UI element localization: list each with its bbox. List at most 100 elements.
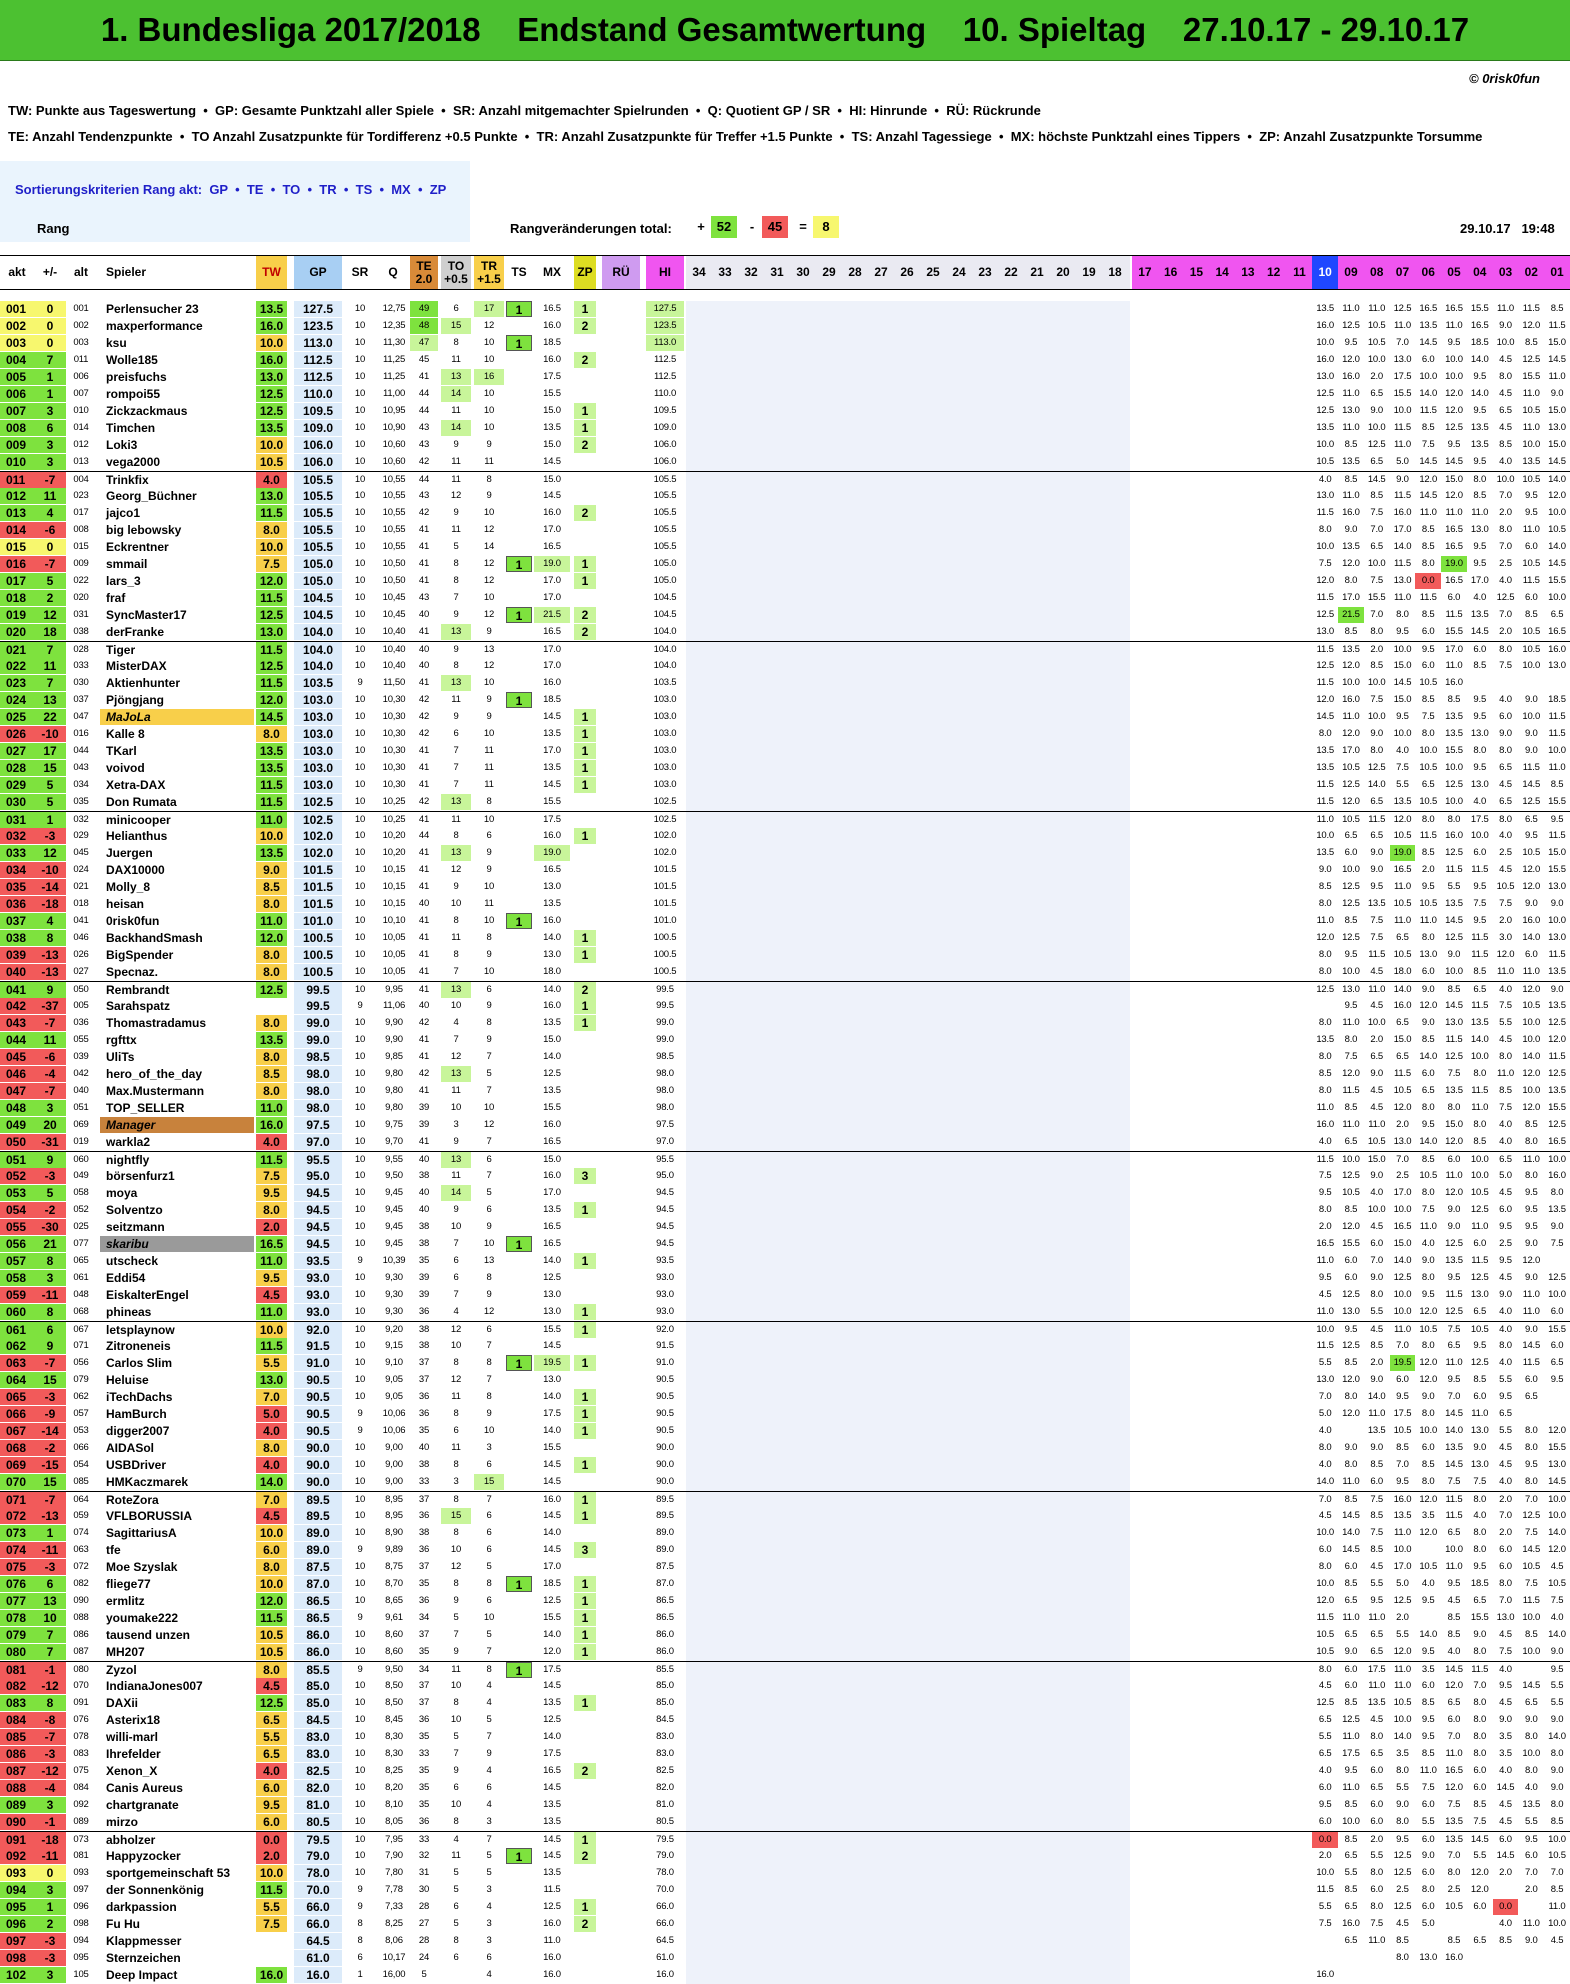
- day-score: 9.0: [1499, 1714, 1512, 1725]
- rounds-played: 10: [354, 1697, 366, 1708]
- max-points: 16.0: [543, 1969, 561, 1980]
- day-score: 8.0: [1499, 644, 1512, 655]
- hit-points: 8: [486, 1017, 492, 1028]
- hinrunde-total: 92.0: [656, 1324, 674, 1335]
- col-sr: SR: [351, 265, 369, 279]
- day-score: 2.0: [1499, 915, 1512, 926]
- goal-diff-points: 6: [453, 1782, 459, 1793]
- day-score: 9.5: [1473, 371, 1487, 382]
- extra-points-sum: 1: [574, 1593, 596, 1609]
- tendency-points: 41: [418, 814, 430, 825]
- rounds-played: 10: [354, 1799, 366, 1810]
- goal-diff-points: 5: [453, 1867, 459, 1878]
- day-score: 13.0: [1393, 1136, 1412, 1147]
- hit-points: 6: [486, 984, 492, 995]
- tendency-points: 36: [418, 1306, 430, 1317]
- day-score: 11.0: [1445, 1357, 1463, 1368]
- rank-current: 094: [0, 1882, 34, 1898]
- hinrunde-total: 94.5: [656, 1204, 674, 1215]
- extra-points-sum: 1: [574, 1576, 596, 1592]
- quotient: 10,17: [382, 1952, 406, 1963]
- day-score: 15.0: [1445, 1119, 1463, 1130]
- day-score: 11.5: [1471, 1000, 1489, 1011]
- day-score: 5.0: [1396, 1578, 1409, 1589]
- max-points: 18.5: [543, 1578, 561, 1589]
- rounds-played: 10: [354, 915, 366, 926]
- table-row: 055 -30 025 seitzmann 2.0 94.5 10 9,45 38 10 9 16.5…: [0, 1219, 1570, 1236]
- day-score: 11.0: [1393, 915, 1411, 926]
- hinrunde-total: 79.0: [656, 1850, 674, 1861]
- day-score: 4.0: [1499, 1119, 1512, 1130]
- quotient: 8,10: [385, 1799, 403, 1810]
- hi-day-01: 01: [1550, 265, 1564, 279]
- day-score: 9.0: [1473, 1629, 1487, 1640]
- day-score: 10.0: [1470, 1154, 1489, 1165]
- extra-points-sum: [574, 1780, 596, 1796]
- hinrunde-total: 82.0: [656, 1782, 674, 1793]
- day-score: 11.5: [1445, 1034, 1463, 1045]
- day-wins: [506, 1832, 532, 1848]
- goal-diff-points: 13: [441, 675, 471, 691]
- col-alt: alt: [73, 265, 88, 279]
- day-score: 21.5: [1338, 607, 1364, 623]
- rueckrunde-strip: [686, 1322, 1130, 1339]
- rueckrunde-strip: [686, 472, 1130, 489]
- rounds-played: 10: [354, 1357, 366, 1368]
- rueckrunde-total: [602, 1372, 640, 1388]
- rank-current: 032: [0, 828, 34, 844]
- tendency-points: 44: [418, 474, 430, 485]
- rueckrunde-total: [602, 862, 640, 878]
- day-score: 16.0: [1316, 320, 1335, 331]
- day-score: 12.0: [1522, 320, 1541, 331]
- max-points: 18.0: [543, 966, 561, 977]
- ru-day-20: 20: [1056, 265, 1070, 279]
- day-score: 12.5: [1342, 320, 1360, 331]
- points-total: 100.5: [294, 930, 342, 946]
- day-score: 11.0: [1368, 303, 1386, 314]
- hit-points: 8: [486, 1272, 492, 1283]
- day-score: 4.5: [1370, 1085, 1383, 1096]
- rank-current: 063: [0, 1355, 34, 1371]
- points-day: 7.0: [256, 1389, 287, 1405]
- day-score: 8.0: [1473, 1714, 1487, 1725]
- day-score: 6.5: [1344, 1136, 1358, 1147]
- day-score: 7.5: [1370, 694, 1383, 705]
- day-score: 15.0: [1548, 337, 1566, 348]
- day-score: 12.0: [1496, 949, 1515, 960]
- rank-change: -3: [34, 1933, 66, 1949]
- tendency-points: 42: [418, 711, 430, 722]
- day-score: 2.0: [1318, 1221, 1332, 1232]
- day-score: 16.0: [1342, 1918, 1360, 1929]
- day-score: 9.0: [1550, 1765, 1564, 1776]
- day-score: 14.5: [1522, 1680, 1541, 1691]
- quotient: 9,80: [385, 1102, 403, 1113]
- rank-previous: 070: [73, 1680, 89, 1691]
- day-score: 8.0: [1421, 1187, 1435, 1198]
- day-score: 14.5: [1419, 490, 1438, 501]
- day-score: 9.0: [1370, 728, 1383, 739]
- goal-diff-points: 11: [451, 1085, 461, 1096]
- day-score: 11.0: [1316, 1102, 1334, 1113]
- goal-diff-points: 13: [441, 845, 471, 861]
- day-score: 11.5: [1316, 592, 1334, 603]
- day-score: 9.0: [1550, 1646, 1564, 1657]
- quotient: 8,50: [385, 1680, 403, 1691]
- rueckrunde-total: [602, 1100, 640, 1116]
- player-name: UliTs: [106, 1050, 135, 1064]
- points-day: [256, 998, 287, 1014]
- day-score: 5.5: [1396, 779, 1409, 790]
- day-score: 9.0: [1550, 898, 1564, 909]
- day-score: 9.5: [1524, 1187, 1538, 1198]
- day-score: 11.0: [1393, 439, 1411, 450]
- points-day: 13.5: [256, 420, 287, 436]
- col-ru: RÜ: [602, 256, 640, 289]
- rank-previous: 058: [73, 1187, 89, 1198]
- day-score: 9.0: [1421, 1391, 1435, 1402]
- max-points: 17.0: [543, 1561, 561, 1572]
- quotient: 10,05: [382, 932, 406, 943]
- day-score: 8.0: [1318, 949, 1332, 960]
- day-score: 10.0: [1419, 745, 1438, 756]
- day-score: 9.0: [1344, 1442, 1358, 1453]
- day-score: 8.5: [1370, 1340, 1383, 1351]
- hinrunde-total: 103.0: [653, 711, 677, 722]
